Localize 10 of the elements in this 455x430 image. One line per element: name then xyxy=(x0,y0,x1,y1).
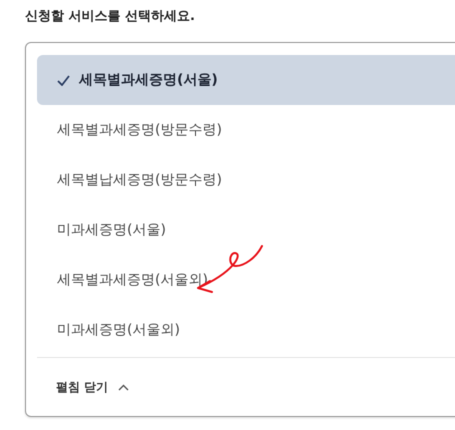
option-item[interactable]: 세목별납세증명(방문수령) xyxy=(37,155,455,205)
option-item[interactable]: 세목별과세증명(서울) xyxy=(37,55,455,105)
prompt-text: 신청할 서비스를 선택하세요. xyxy=(25,8,195,25)
caret-icon xyxy=(118,384,130,390)
collapse-button[interactable]: 펼침 닫기 xyxy=(56,378,108,396)
option-item[interactable]: 세목별과세증명(서울외) xyxy=(37,255,455,305)
check-icon xyxy=(57,74,70,86)
option-item[interactable]: 미과세증명(서울) xyxy=(37,205,455,255)
option-item[interactable]: 미과세증명(서울외) xyxy=(37,305,455,355)
option-item[interactable]: 세목별과세증명(방문수령) xyxy=(37,105,455,155)
